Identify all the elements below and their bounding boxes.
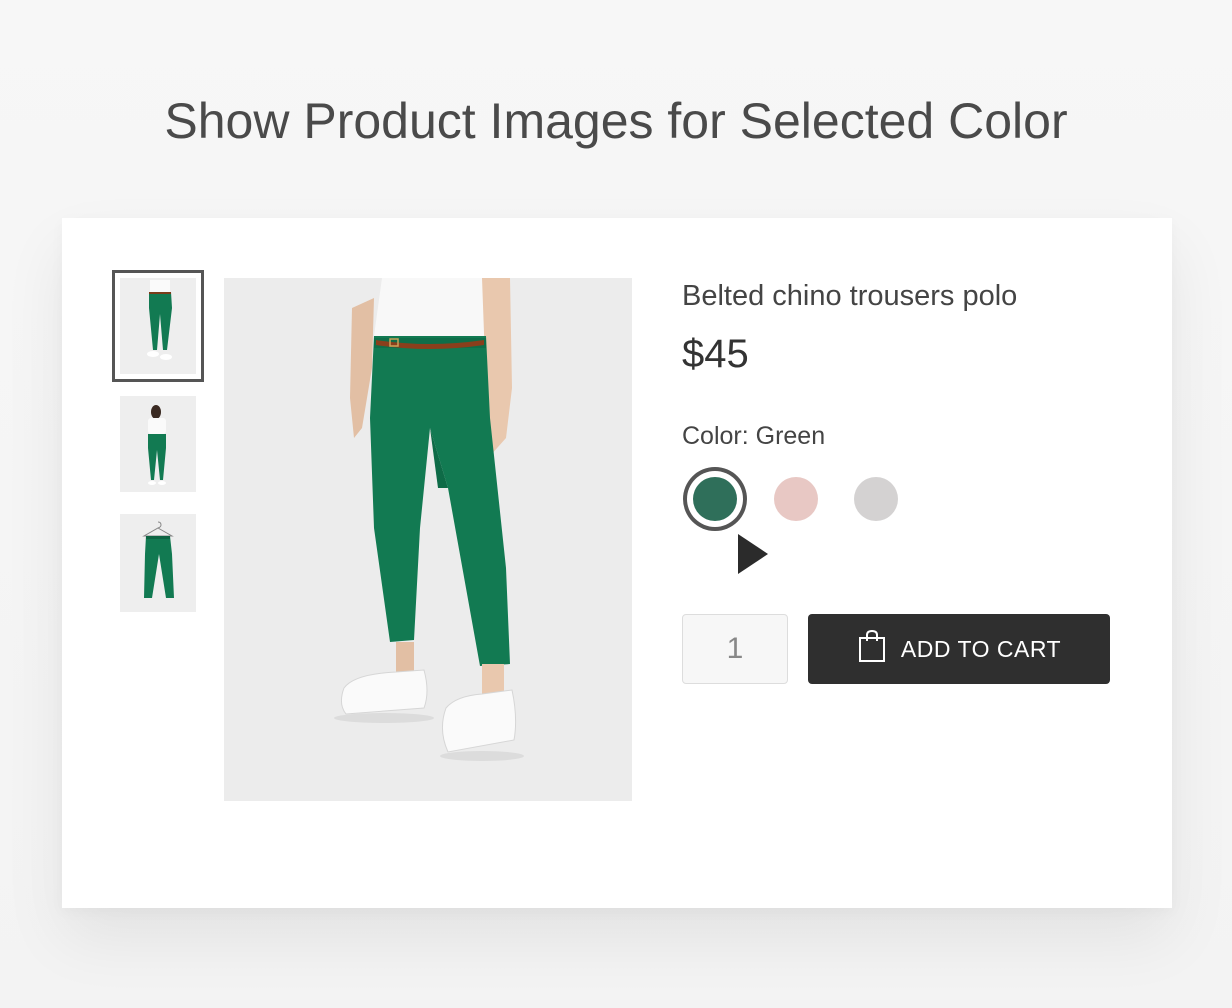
mouse-pointer-icon	[738, 534, 768, 574]
selected-color-label: Color: Green	[682, 422, 826, 450]
trousers-front-image	[120, 278, 196, 374]
main-product-image[interactable]	[224, 278, 632, 801]
trousers-back-image	[120, 396, 196, 492]
color-swatch-pink[interactable]	[774, 477, 818, 521]
shopping-bag-icon	[857, 629, 887, 669]
add-to-cart-button[interactable]: ADD TO CART	[808, 614, 1110, 684]
thumbnail-flat-lay[interactable]	[120, 514, 196, 612]
product-card: Belted chino trousers polo $45 Color: Gr…	[62, 218, 1172, 908]
color-swatch-green[interactable]	[693, 477, 737, 521]
trousers-hanger-image	[120, 514, 196, 612]
product-price: $45	[682, 332, 749, 376]
model-wearing-green-trousers	[224, 278, 632, 801]
quantity-input[interactable]: 1	[682, 614, 788, 684]
page-headline: Show Product Images for Selected Color	[164, 93, 1068, 149]
add-to-cart-label: ADD TO CART	[900, 635, 1062, 662]
thumbnail-front-view[interactable]	[112, 270, 204, 382]
product-title: Belted chino trousers polo	[682, 280, 1018, 312]
thumbnail-back-view[interactable]	[120, 396, 196, 492]
color-swatch-gray[interactable]	[854, 477, 898, 521]
